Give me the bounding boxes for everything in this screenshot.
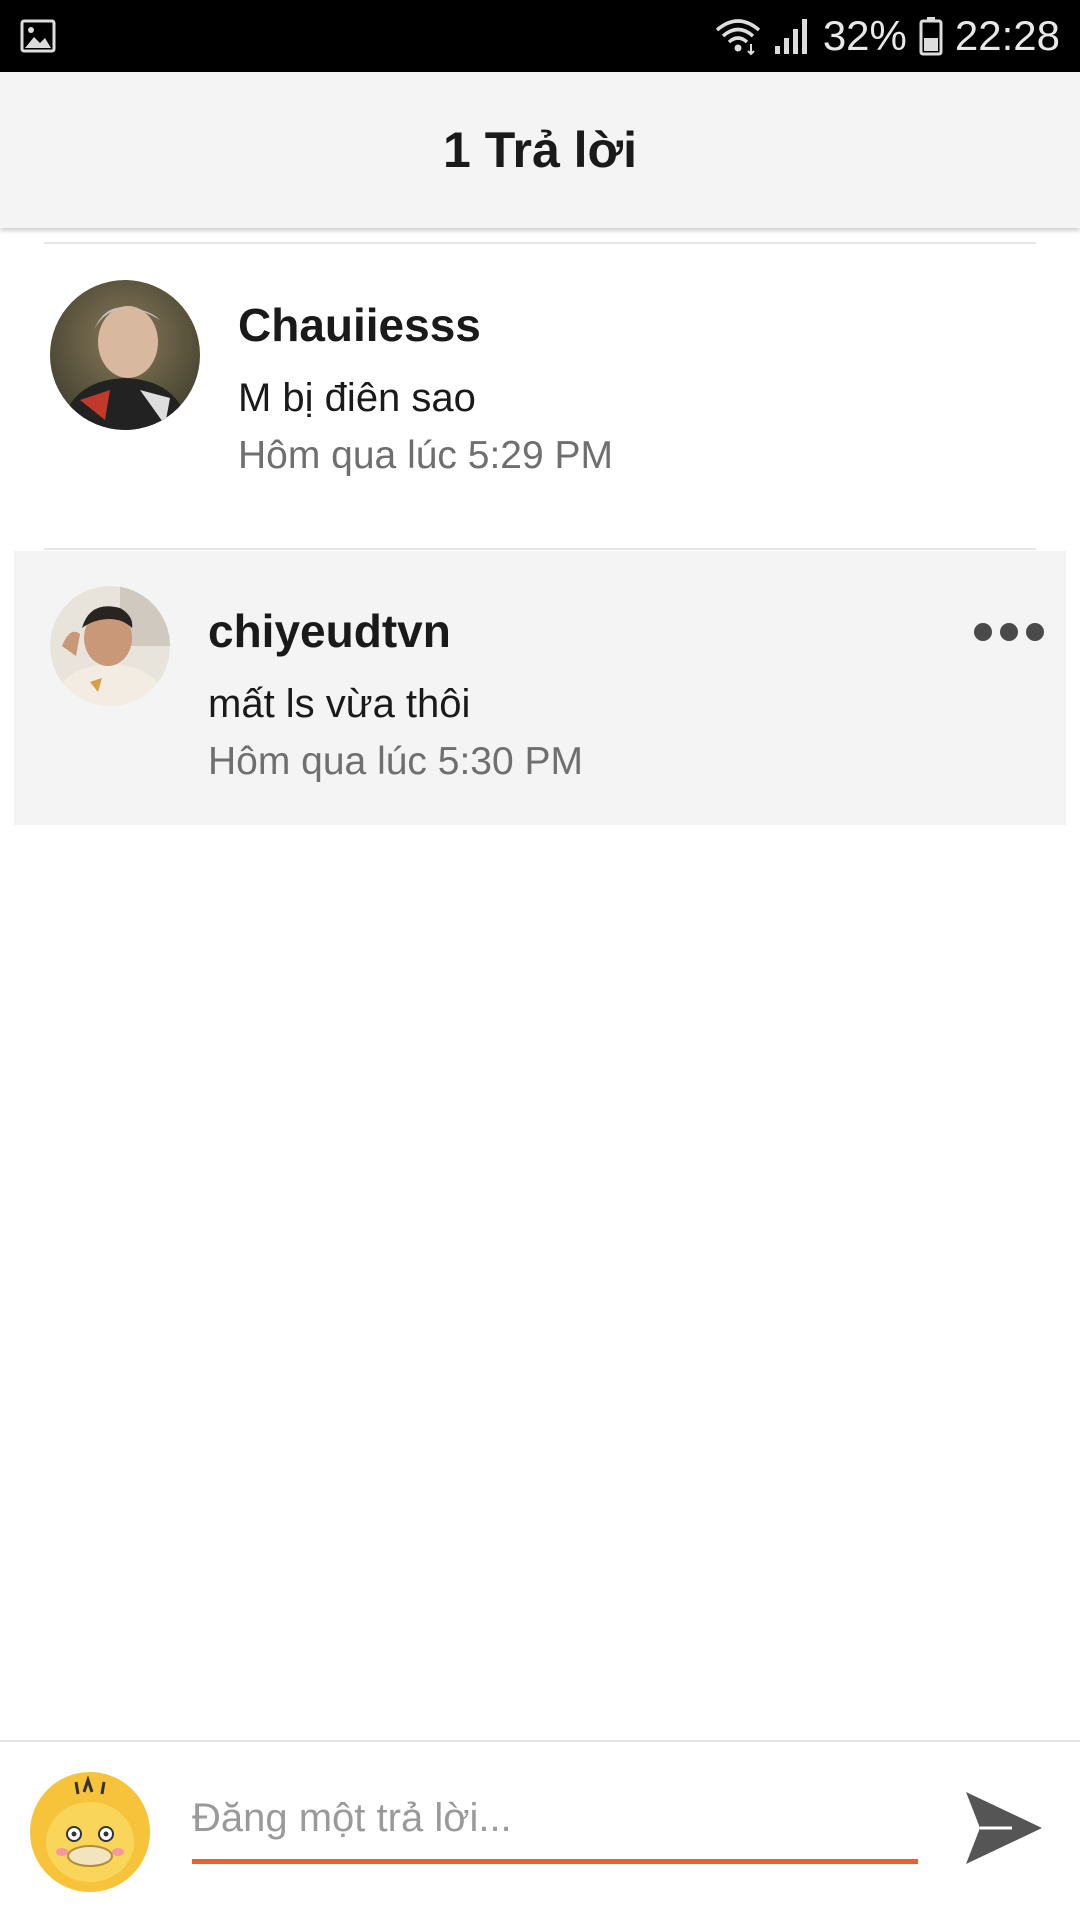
my-avatar[interactable] xyxy=(30,1772,150,1892)
comment-username[interactable]: Chauiiesss xyxy=(238,298,481,352)
page-header: 1 Trả lời xyxy=(0,72,1080,228)
clock: 22:28 xyxy=(954,12,1060,59)
battery-percent: 32% xyxy=(822,12,907,59)
dot xyxy=(1026,623,1044,641)
comment-timestamp: Hôm qua lúc 5:29 PM xyxy=(238,434,614,477)
reply-composer xyxy=(0,1740,1080,1920)
reply-message: mất ls vừa thôi xyxy=(208,682,471,726)
reply-input[interactable] xyxy=(192,1778,918,1859)
divider xyxy=(44,242,1036,244)
dot xyxy=(1000,623,1018,641)
status-bar: 32% 22:28 xyxy=(0,0,1080,72)
reply-timestamp: Hôm qua lúc 5:30 PM xyxy=(208,740,584,783)
battery-icon xyxy=(919,16,943,56)
signal-icon xyxy=(773,16,811,56)
dot xyxy=(974,623,992,641)
more-options-icon[interactable] xyxy=(974,612,1044,652)
avatar[interactable] xyxy=(50,280,200,430)
avatar[interactable] xyxy=(50,586,170,706)
send-icon[interactable] xyxy=(962,1786,1046,1870)
wifi-icon xyxy=(715,16,761,56)
page-title: 1 Trả lời xyxy=(443,122,637,178)
reply-input-wrapper xyxy=(192,1778,918,1864)
comment-message: M bị điên sao xyxy=(238,376,476,420)
divider xyxy=(44,548,1036,550)
reply-username[interactable]: chiyeudtvn xyxy=(208,604,451,658)
gallery-icon xyxy=(20,18,56,54)
